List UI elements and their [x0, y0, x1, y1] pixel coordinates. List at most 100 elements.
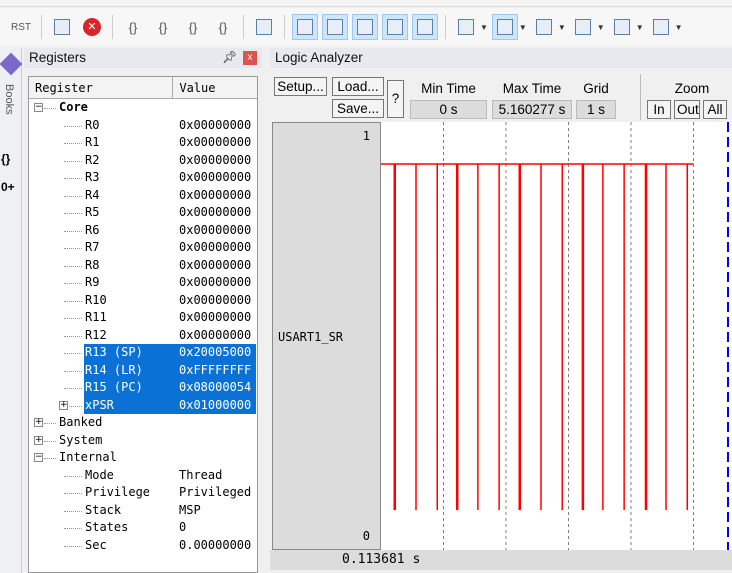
analysis-window-button[interactable]: [570, 14, 596, 40]
zoom-all-button[interactable]: All: [703, 100, 727, 119]
register-row[interactable]: R9 0x00000000: [29, 274, 257, 292]
close-icon[interactable]: x: [243, 51, 257, 65]
register-group-core[interactable]: − Core: [29, 99, 257, 117]
register-row[interactable]: R1 0x00000000: [29, 134, 257, 152]
column-register[interactable]: Register: [29, 77, 174, 98]
register-name: R6: [85, 222, 100, 237]
register-row[interactable]: Stack MSP: [29, 502, 257, 520]
registers-window-button[interactable]: [382, 14, 408, 40]
register-value[interactable]: 0xFFFFFFFF: [179, 362, 251, 380]
register-row[interactable]: R11 0x00000000: [29, 309, 257, 327]
watch-window-button[interactable]: [453, 14, 479, 40]
register-row[interactable]: Mode Thread: [29, 467, 257, 485]
register-row[interactable]: + xPSR 0x01000000: [29, 396, 257, 415]
register-row[interactable]: R14 (LR) 0xFFFFFFFF: [29, 361, 257, 380]
toolbar-separator: [284, 15, 285, 39]
functions-tab[interactable]: {}: [1, 152, 10, 166]
register-value[interactable]: 0x00000000: [179, 134, 251, 152]
register-row[interactable]: R7 0x00000000: [29, 239, 257, 257]
trace-window-button[interactable]: [609, 14, 635, 40]
run-to-cursor-button[interactable]: {}: [210, 14, 236, 40]
register-value[interactable]: 0x20005000: [179, 344, 251, 362]
register-value[interactable]: 0x00000000: [179, 117, 251, 135]
dropdown-arrow-icon[interactable]: ▼: [597, 23, 605, 32]
register-row[interactable]: R10 0x00000000: [29, 292, 257, 310]
symbols-window-button[interactable]: [352, 14, 378, 40]
register-value[interactable]: 0x00000000: [179, 239, 251, 257]
register-value[interactable]: 0x00000000: [179, 222, 251, 240]
load-button[interactable]: Load...: [332, 77, 384, 96]
signal-name[interactable]: USART1_SR: [278, 330, 343, 344]
dropdown-arrow-icon[interactable]: ▼: [519, 23, 527, 32]
dropdown-arrow-icon[interactable]: ▼: [675, 23, 683, 32]
waveform-plot[interactable]: [381, 122, 732, 550]
register-value[interactable]: 0x00000000: [179, 152, 251, 170]
save-button[interactable]: Save...: [332, 99, 384, 118]
register-value[interactable]: 0x00000000: [179, 274, 251, 292]
grid-value: 1 s: [576, 100, 616, 119]
register-value[interactable]: 0x00000000: [179, 169, 251, 187]
register-group-banked[interactable]: + Banked: [29, 414, 257, 432]
register-row[interactable]: R5 0x00000000: [29, 204, 257, 222]
serial-window-button[interactable]: [531, 14, 557, 40]
register-row[interactable]: R13 (SP) 0x20005000: [29, 344, 257, 362]
disassembly-window-button[interactable]: [322, 14, 348, 40]
pin-icon[interactable]: 📌︎: [222, 50, 237, 64]
books-icon[interactable]: [0, 52, 23, 76]
expand-toggle-icon[interactable]: −: [34, 453, 43, 462]
register-row[interactable]: States 0: [29, 519, 257, 537]
register-row[interactable]: R4 0x00000000: [29, 187, 257, 205]
register-value[interactable]: Privileged: [179, 484, 251, 502]
register-group-system[interactable]: + System: [29, 432, 257, 450]
register-row[interactable]: Sec 0.00000000: [29, 537, 257, 555]
register-row[interactable]: R0 0x00000000: [29, 117, 257, 135]
column-value[interactable]: Value: [173, 77, 257, 98]
show-next-statement-button[interactable]: [251, 14, 277, 40]
memory-window-button[interactable]: [491, 14, 518, 40]
register-group-internal[interactable]: − Internal: [29, 449, 257, 467]
register-row[interactable]: R3 0x00000000: [29, 169, 257, 187]
step-list-button[interactable]: [49, 14, 75, 40]
step-into-button[interactable]: {}: [120, 14, 146, 40]
expand-toggle-icon[interactable]: −: [34, 103, 43, 112]
command-window-button[interactable]: [292, 14, 318, 40]
register-row[interactable]: R15 (PC) 0x08000054: [29, 379, 257, 397]
expand-toggle-icon[interactable]: +: [59, 400, 68, 410]
zoom-in-button[interactable]: In: [647, 100, 671, 119]
dropdown-arrow-icon[interactable]: ▼: [558, 23, 566, 32]
register-row[interactable]: Privilege Privileged: [29, 484, 257, 502]
reset-button[interactable]: RST: [8, 14, 34, 40]
step-over-button[interactable]: {}: [150, 14, 176, 40]
serial-window-icon: [535, 19, 552, 35]
register-row[interactable]: R6 0x00000000: [29, 222, 257, 240]
tree-line: [64, 143, 82, 144]
register-value[interactable]: MSP: [179, 502, 201, 520]
step-out-button[interactable]: {}: [180, 14, 206, 40]
help-button[interactable]: ?: [387, 80, 404, 118]
register-value[interactable]: 0x08000054: [179, 379, 251, 397]
register-row[interactable]: R12 0x00000000: [29, 327, 257, 345]
dropdown-arrow-icon[interactable]: ▼: [480, 23, 488, 32]
register-value[interactable]: 0x00000000: [179, 309, 251, 327]
system-viewer-button[interactable]: [648, 14, 674, 40]
dropdown-arrow-icon[interactable]: ▼: [636, 23, 644, 32]
register-value[interactable]: 0x00000000: [179, 204, 251, 222]
books-tab[interactable]: Books: [3, 84, 15, 115]
stop-button[interactable]: ✕: [79, 14, 105, 40]
expand-toggle-icon[interactable]: +: [34, 435, 43, 445]
register-value[interactable]: 0x00000000: [179, 292, 251, 310]
register-value[interactable]: 0x00000000: [179, 257, 251, 275]
expand-toggle-icon[interactable]: +: [34, 418, 43, 427]
call-stack-button[interactable]: [412, 14, 438, 40]
register-value[interactable]: 0x01000000: [179, 397, 251, 415]
setup-button[interactable]: Setup...: [274, 77, 327, 96]
register-value[interactable]: Thread: [179, 467, 222, 485]
register-value[interactable]: 0x00000000: [179, 327, 251, 345]
zoom-out-button[interactable]: Out: [674, 100, 700, 119]
register-value[interactable]: 0x00000000: [179, 187, 251, 205]
register-value[interactable]: 0.00000000: [179, 537, 251, 555]
register-row[interactable]: R2 0x00000000: [29, 152, 257, 170]
register-value[interactable]: 0: [179, 519, 186, 537]
register-row[interactable]: R8 0x00000000: [29, 257, 257, 275]
templates-tab[interactable]: 0+: [1, 180, 15, 194]
